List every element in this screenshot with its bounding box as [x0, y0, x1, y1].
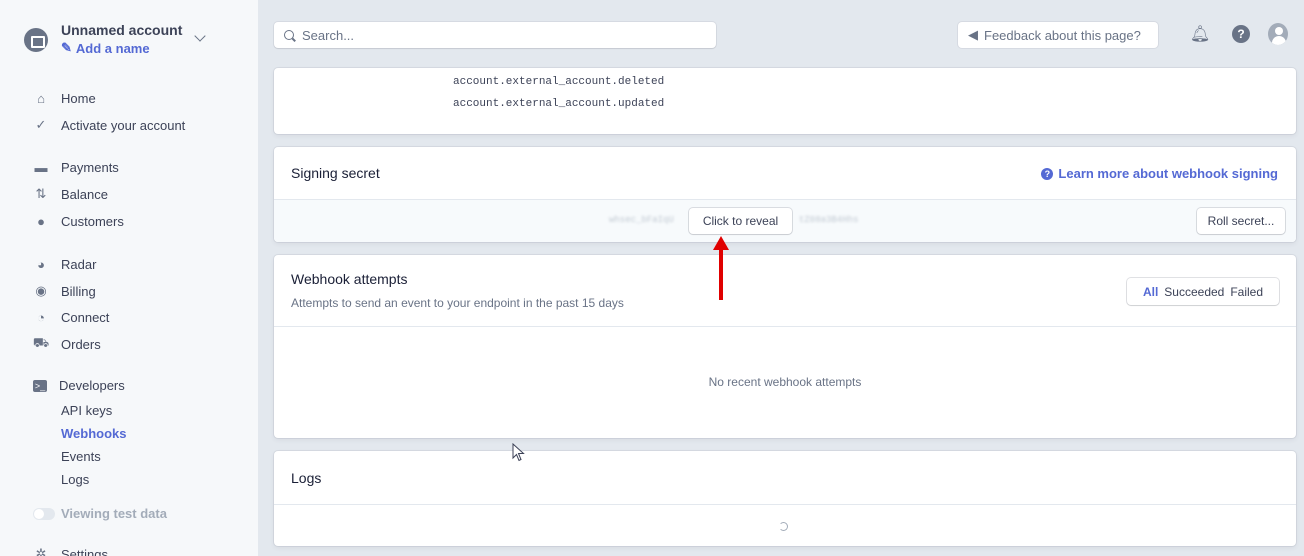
pencil-icon: ✎: [61, 40, 72, 55]
help-button[interactable]: ?: [1231, 24, 1251, 44]
payments-icon: ▬: [34, 159, 48, 175]
check-icon: ✓: [35, 117, 47, 132]
feedback-button[interactable]: ◀ Feedback about this page?: [958, 22, 1158, 48]
filter-failed[interactable]: Failed: [1230, 285, 1263, 299]
sidebar-item-activate[interactable]: ✓ Activate your account: [33, 117, 186, 133]
annotation-arrow-icon: [719, 244, 723, 300]
test-data-toggle[interactable]: Viewing test data: [33, 506, 167, 521]
balance-icon: ⇅: [35, 186, 47, 201]
account-switcher[interactable]: Unnamed account ✎ Add a name: [24, 22, 182, 56]
search-bar[interactable]: [274, 22, 716, 48]
signing-secret-card: Signing secret ? Learn more about webhoo…: [274, 147, 1296, 242]
webhook-attempts-subtitle: Attempts to send an event to your endpoi…: [291, 296, 624, 310]
search-input[interactable]: [302, 27, 702, 43]
filter-succeeded[interactable]: Succeeded: [1164, 285, 1224, 299]
bell-icon: 🔔︎: [1189, 26, 1211, 43]
help-circle-icon: ?: [1041, 167, 1054, 180]
connect-icon: ◔: [37, 309, 45, 325]
signing-secret-title: Signing secret: [291, 165, 380, 181]
sidebar-item-home[interactable]: ⌂ Home: [33, 90, 96, 106]
sidebar-sub-events[interactable]: Events: [61, 449, 101, 464]
sidebar-item-connect[interactable]: ◔ Connect: [33, 309, 109, 325]
divider: [274, 326, 1296, 327]
learn-more-link[interactable]: ? Learn more about webhook signing: [1041, 166, 1278, 181]
event-item: account.external_account.updated: [453, 98, 665, 110]
filter-all[interactable]: All: [1143, 285, 1158, 299]
radar-icon: ◕: [37, 256, 45, 272]
sidebar-item-settings[interactable]: ✲ Settings: [33, 546, 108, 556]
account-name: Unnamed account: [61, 22, 183, 38]
sidebar-item-balance[interactable]: ⇅ Balance: [33, 186, 108, 202]
sidebar: Unnamed account ✎ Add a name ⌂ Home ✓ Ac…: [0, 0, 258, 556]
toggle-switch[interactable]: [33, 507, 55, 520]
sidebar-item-orders[interactable]: ⛟ Orders: [32, 335, 101, 352]
customers-icon: ●: [37, 213, 45, 229]
logs-card: Logs: [274, 451, 1296, 546]
sidebar-item-radar[interactable]: ◕ Radar: [33, 256, 96, 272]
webhook-attempts-title: Webhook attempts: [291, 271, 408, 287]
gear-icon: ✲: [35, 546, 47, 556]
sidebar-sub-webhooks[interactable]: Webhooks: [61, 426, 127, 441]
billing-icon: ◉: [35, 283, 47, 298]
store-icon: [24, 28, 48, 52]
events-card: account.external_account.deleted account…: [274, 68, 1296, 134]
search-icon: [284, 30, 294, 40]
profile-button[interactable]: [1268, 23, 1288, 45]
orders-icon: ⛟: [32, 335, 50, 350]
empty-state: No recent webhook attempts: [708, 375, 862, 389]
loading-spinner-icon: [779, 522, 788, 531]
terminal-icon: >_: [33, 379, 47, 392]
event-item: account.external_account.deleted: [453, 76, 665, 88]
secret-blurred: whsec_bFaIqU: [609, 215, 674, 225]
secret-blurred: tZ08a3B4Hhs: [799, 215, 859, 225]
avatar: [1268, 23, 1288, 45]
notifications-button[interactable]: 🔔︎: [1190, 24, 1210, 44]
help-icon: ?: [1232, 25, 1250, 43]
divider: [274, 504, 1296, 505]
chevron-down-icon[interactable]: [194, 30, 206, 42]
roll-secret-button[interactable]: Roll secret...: [1197, 208, 1285, 234]
home-icon: ⌂: [37, 90, 45, 106]
sidebar-item-developers[interactable]: >_ Developers: [33, 378, 125, 393]
logs-title: Logs: [291, 470, 322, 486]
add-name-link[interactable]: ✎ Add a name: [61, 40, 182, 56]
reveal-secret-button[interactable]: Click to reveal: [689, 208, 792, 234]
megaphone-icon: ◀: [968, 27, 978, 42]
sidebar-item-customers[interactable]: ● Customers: [33, 213, 124, 229]
sidebar-sub-logs[interactable]: Logs: [61, 472, 89, 487]
sidebar-sub-api-keys[interactable]: API keys: [61, 403, 112, 418]
mouse-cursor-icon: [512, 443, 525, 462]
attempts-filter-group: All Succeeded Failed: [1127, 278, 1279, 305]
sidebar-item-payments[interactable]: ▬ Payments: [33, 159, 119, 175]
webhook-attempts-card: Webhook attempts Attempts to send an eve…: [274, 255, 1296, 438]
sidebar-item-billing[interactable]: ◉ Billing: [33, 283, 95, 299]
